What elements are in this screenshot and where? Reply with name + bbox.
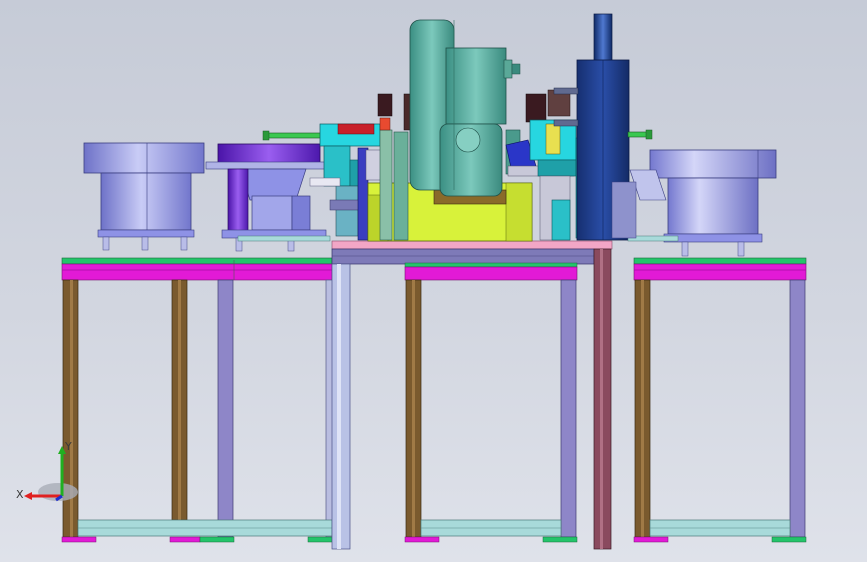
- green-cylinder-right: [627, 129, 653, 140]
- left-frame-top-rail: [61, 257, 333, 265]
- left-frame-magenta-band: [61, 263, 333, 281]
- axis-triad: X Y: [16, 440, 78, 502]
- cad-viewport[interactable]: X Y: [0, 0, 867, 562]
- center-frame: [331, 240, 613, 550]
- right-frame-top-rail: [633, 257, 807, 265]
- purple-bowl-feeder: [205, 143, 332, 252]
- center-plate-pink: [331, 240, 613, 250]
- center-frame-magenta-band: [404, 266, 578, 281]
- x-axis-label: X: [16, 488, 24, 501]
- center-frame-leg-2: [560, 279, 577, 538]
- right-frame-magenta-band: [633, 263, 807, 281]
- y-axis-label: Y: [64, 440, 72, 453]
- gear-motor: [409, 19, 521, 197]
- assembly-drawing: [61, 13, 807, 550]
- x-axis-arrow: [24, 492, 32, 500]
- right-frame: [633, 257, 807, 543]
- left-frame: [61, 257, 334, 543]
- green-cylinder-left: [262, 130, 328, 141]
- center-frame-top-rail: [404, 262, 578, 268]
- left-bowl-feeder: [83, 142, 205, 251]
- right-frame-leg-2: [789, 279, 806, 538]
- right-bowl-feeder: [611, 149, 777, 257]
- left-frame-leg-3: [217, 279, 234, 538]
- center-beam: [331, 248, 595, 265]
